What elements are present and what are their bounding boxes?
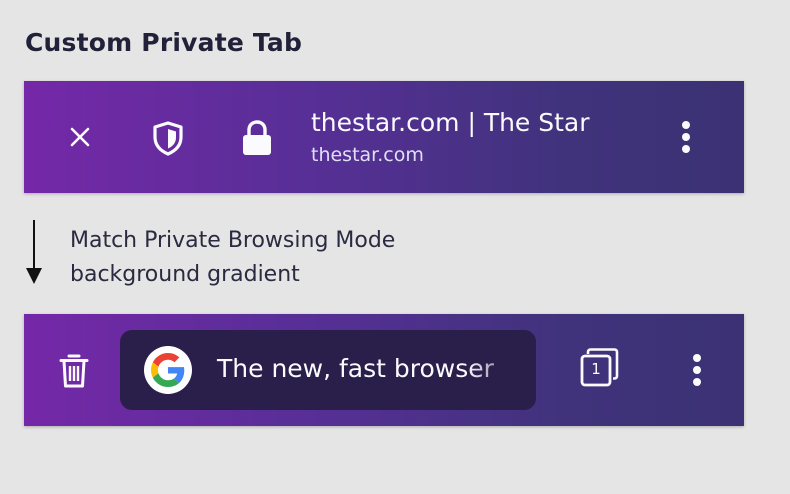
google-icon xyxy=(151,353,185,387)
custom-tab-toolbar: thestar.com | The Star thestar.com xyxy=(24,81,744,193)
kebab-menu-icon xyxy=(682,121,690,153)
site-security-button[interactable] xyxy=(237,117,277,159)
close-button[interactable] xyxy=(62,119,98,155)
kebab-menu-icon xyxy=(693,354,701,386)
tracking-protection-button[interactable] xyxy=(148,118,188,158)
tab-count: 1 xyxy=(591,360,601,378)
tabs-tray-button[interactable]: 1 xyxy=(578,346,622,390)
menu-button[interactable] xyxy=(679,350,715,390)
trash-icon xyxy=(59,354,89,388)
close-icon xyxy=(70,127,90,147)
search-engine-button[interactable] xyxy=(144,346,192,394)
annotation-line-1: Match Private Browsing Mode xyxy=(70,228,396,253)
search-bar[interactable]: The new, fast browser xyxy=(120,330,536,410)
annotation-text: Match Private Browsing Mode background g… xyxy=(70,224,395,292)
text-fade xyxy=(466,330,536,410)
url-title[interactable]: thestar.com | The Star xyxy=(311,108,590,137)
arrow-head xyxy=(26,268,42,284)
down-arrow-icon xyxy=(33,220,35,272)
private-browsing-toolbar: The new, fast browser 1 xyxy=(24,314,744,426)
shield-icon xyxy=(153,121,183,156)
search-text[interactable]: The new, fast browser xyxy=(217,354,494,383)
lock-icon xyxy=(243,120,271,155)
url-domain[interactable]: thestar.com xyxy=(311,144,424,166)
menu-button[interactable] xyxy=(668,117,704,157)
page-title: Custom Private Tab xyxy=(25,28,303,57)
delete-data-button[interactable] xyxy=(54,350,94,392)
annotation-line-2: background gradient xyxy=(70,262,300,287)
